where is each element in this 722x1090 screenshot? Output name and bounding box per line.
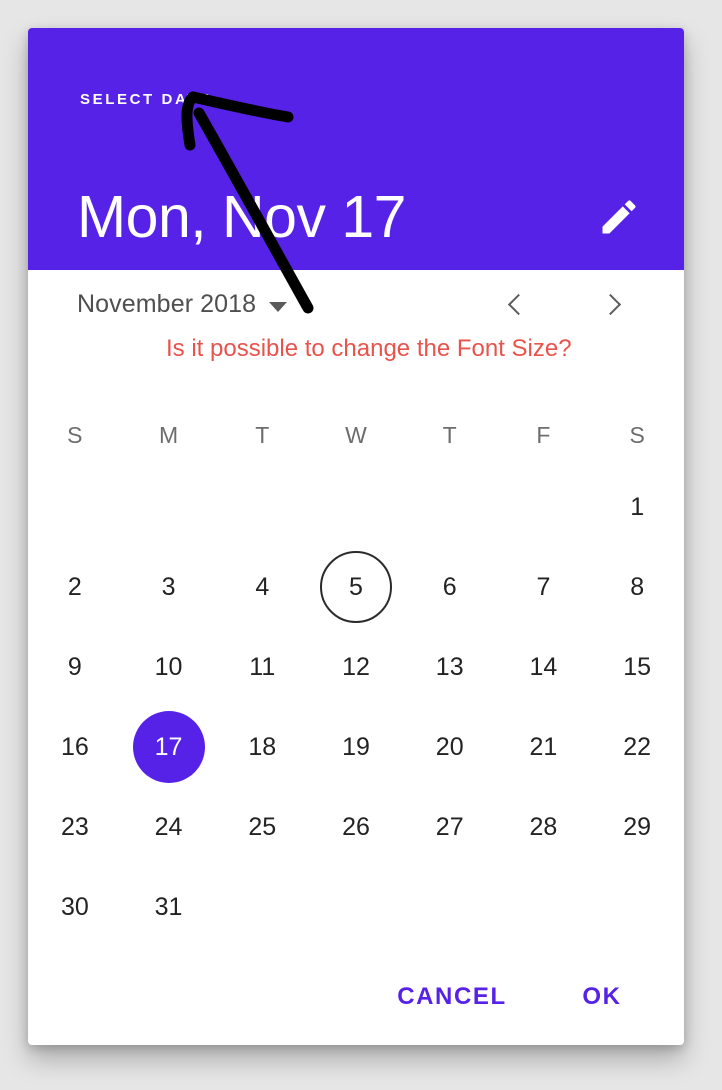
weekday-label: F bbox=[536, 421, 551, 448]
day-number[interactable]: 21 bbox=[507, 711, 579, 783]
pencil-icon bbox=[597, 195, 641, 244]
selected-date-title[interactable]: Mon, Nov 17 bbox=[77, 182, 407, 252]
day-number[interactable]: 20 bbox=[414, 711, 486, 783]
day-cell[interactable]: 22 bbox=[590, 707, 684, 787]
day-number[interactable]: 22 bbox=[601, 711, 673, 783]
caret-down-icon bbox=[269, 301, 288, 312]
day-cell[interactable]: 21 bbox=[497, 707, 591, 787]
calendar-day-grid: 1 2 3 4 5 6 7 8 9 10 11 12 13 14 15 16 17 18 19 20 21 22 23 24 2… bbox=[28, 467, 684, 947]
day-cell[interactable]: 1 bbox=[590, 467, 684, 547]
month-navigation-row: November 2018 bbox=[28, 270, 684, 340]
day-number[interactable]: 28 bbox=[507, 791, 579, 863]
day-number[interactable]: 26 bbox=[320, 791, 392, 863]
day-cell[interactable]: 20 bbox=[403, 707, 497, 787]
day-cell[interactable]: 4 bbox=[215, 547, 309, 627]
day-number[interactable]: 27 bbox=[414, 791, 486, 863]
day-cell-empty bbox=[309, 467, 403, 547]
day-number[interactable]: 14 bbox=[507, 631, 579, 703]
day-cell-empty bbox=[497, 467, 591, 547]
day-cell-empty bbox=[215, 467, 309, 547]
cancel-button[interactable]: CANCEL bbox=[389, 975, 515, 1019]
day-cell[interactable]: 10 bbox=[122, 627, 216, 707]
weekday-label: T bbox=[442, 421, 457, 448]
day-number[interactable]: 15 bbox=[601, 631, 673, 703]
day-cell[interactable]: 6 bbox=[403, 547, 497, 627]
screenshot-stage: SELECT DATE Mon, Nov 17 November 2018 S … bbox=[0, 0, 722, 1090]
day-number[interactable]: 23 bbox=[39, 791, 111, 863]
weekday-label: W bbox=[345, 421, 367, 448]
day-number[interactable]: 31 bbox=[133, 871, 205, 943]
day-number[interactable]: 2 bbox=[39, 551, 111, 623]
day-cell-empty bbox=[28, 467, 122, 547]
day-cell[interactable]: 5 bbox=[309, 547, 403, 627]
day-cell[interactable]: 26 bbox=[309, 787, 403, 867]
weekday-label: M bbox=[158, 421, 179, 448]
day-number[interactable]: 4 bbox=[226, 551, 298, 623]
day-number[interactable]: 19 bbox=[320, 711, 392, 783]
day-cell[interactable]: 16 bbox=[28, 707, 122, 787]
weekday-label: T bbox=[255, 421, 270, 448]
day-number[interactable]: 1 bbox=[601, 471, 673, 543]
day-number-selected[interactable]: 17 bbox=[132, 711, 205, 783]
day-cell[interactable]: 15 bbox=[590, 627, 684, 707]
previous-month-button[interactable] bbox=[494, 282, 538, 326]
day-number[interactable]: 12 bbox=[320, 631, 392, 703]
day-number[interactable]: 30 bbox=[39, 871, 111, 943]
weekday-header-row: SMTWTFS bbox=[28, 403, 684, 467]
chevron-left-icon bbox=[507, 293, 529, 315]
day-number-today[interactable]: 5 bbox=[319, 551, 392, 623]
day-cell[interactable]: 3 bbox=[122, 547, 216, 627]
day-cell[interactable]: 28 bbox=[497, 787, 591, 867]
day-number[interactable]: 7 bbox=[507, 551, 579, 623]
day-cell[interactable]: 23 bbox=[28, 787, 122, 867]
day-cell[interactable]: 9 bbox=[28, 627, 122, 707]
day-number[interactable]: 3 bbox=[133, 551, 205, 623]
chevron-right-icon bbox=[599, 293, 621, 315]
day-cell[interactable]: 2 bbox=[28, 547, 122, 627]
day-number[interactable]: 24 bbox=[133, 791, 205, 863]
day-number[interactable]: 8 bbox=[601, 551, 673, 623]
day-number[interactable]: 13 bbox=[414, 631, 486, 703]
next-month-button[interactable] bbox=[590, 282, 634, 326]
day-number[interactable]: 25 bbox=[226, 791, 298, 863]
day-cell[interactable]: 30 bbox=[28, 867, 122, 947]
day-cell[interactable]: 7 bbox=[497, 547, 591, 627]
day-cell[interactable]: 12 bbox=[309, 627, 403, 707]
month-dropdown-button[interactable]: November 2018 bbox=[77, 290, 288, 319]
day-cell[interactable]: 27 bbox=[403, 787, 497, 867]
day-number[interactable]: 10 bbox=[133, 631, 205, 703]
day-cell[interactable]: 18 bbox=[215, 707, 309, 787]
day-number[interactable]: 11 bbox=[226, 631, 298, 703]
day-cell-empty bbox=[403, 467, 497, 547]
day-number[interactable]: 9 bbox=[39, 631, 111, 703]
day-cell[interactable]: 19 bbox=[309, 707, 403, 787]
day-cell[interactable]: 29 bbox=[590, 787, 684, 867]
day-cell[interactable]: 14 bbox=[497, 627, 591, 707]
day-cell[interactable]: 11 bbox=[215, 627, 309, 707]
day-cell[interactable]: 8 bbox=[590, 547, 684, 627]
day-cell[interactable]: 25 bbox=[215, 787, 309, 867]
select-date-overline: SELECT DATE bbox=[80, 91, 212, 108]
weekday-label: S bbox=[67, 421, 83, 448]
day-cell[interactable]: 13 bbox=[403, 627, 497, 707]
day-number[interactable]: 16 bbox=[39, 711, 111, 783]
day-number[interactable]: 18 bbox=[226, 711, 298, 783]
day-number[interactable]: 6 bbox=[414, 551, 486, 623]
day-cell[interactable]: 31 bbox=[122, 867, 216, 947]
edit-mode-button[interactable] bbox=[588, 188, 650, 250]
annotation-question-text: Is it possible to change the Font Size? bbox=[166, 335, 572, 362]
day-cell[interactable]: 24 bbox=[122, 787, 216, 867]
date-picker-dialog: SELECT DATE Mon, Nov 17 November 2018 S … bbox=[28, 28, 684, 1045]
ok-button[interactable]: OK bbox=[573, 975, 631, 1019]
day-number[interactable]: 29 bbox=[601, 791, 673, 863]
dialog-header: SELECT DATE Mon, Nov 17 bbox=[28, 28, 684, 270]
day-cell-empty bbox=[122, 467, 216, 547]
month-year-label: November 2018 bbox=[77, 290, 257, 318]
dialog-action-row: CANCEL OK bbox=[28, 949, 684, 1045]
day-cell[interactable]: 17 bbox=[122, 707, 216, 787]
weekday-label: S bbox=[629, 421, 645, 448]
